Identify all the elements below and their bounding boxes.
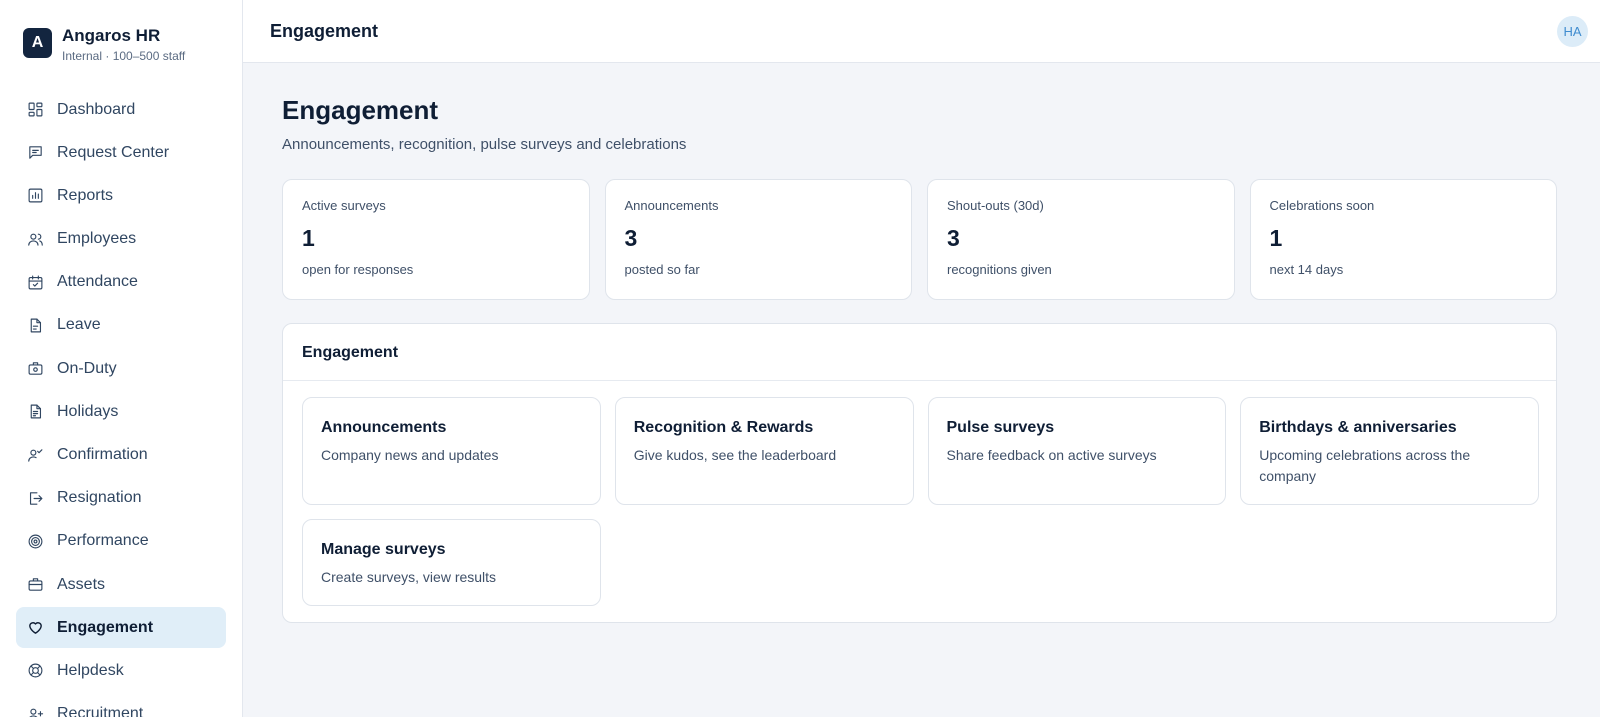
tile-title: Birthdays & anniversaries (1259, 419, 1457, 436)
user-plus-icon (27, 706, 44, 717)
sidebar-item-holidays[interactable]: Holidays (16, 391, 226, 432)
sidebar-item-label: Engagement (57, 618, 154, 636)
sidebar-item-reports[interactable]: Reports (16, 175, 226, 216)
stat-value: 1 (302, 225, 315, 251)
tile-title: Pulse surveys (946, 419, 1055, 436)
sidebar-item-resignation[interactable]: Resignation (16, 478, 226, 519)
sidebar-item-label: Dashboard (57, 100, 136, 118)
stat-value: 1 (1269, 225, 1283, 251)
sidebar-item-label: Request Center (57, 143, 170, 161)
bar-chart-icon (27, 187, 44, 204)
sidebar-item-label: Reports (57, 186, 114, 204)
message-icon (27, 144, 44, 161)
stat-label: Celebrations soon (1269, 198, 1375, 213)
sidebar: A Angaros HR Internal · 100–500 staff Da… (0, 0, 243, 717)
sidebar-item-label: On-Duty (57, 359, 117, 377)
sidebar-item-leave[interactable]: Leave (16, 305, 226, 346)
stat-card-celebrations: Celebrations soon 1 next 14 days (1249, 179, 1557, 300)
brand-name: Angaros HR (62, 26, 161, 45)
page-subtitle: Announcements, recognition, pulse survey… (282, 136, 687, 153)
sidebar-item-label: Holidays (57, 402, 119, 420)
stat-label: Announcements (624, 198, 719, 213)
stat-value: 3 (947, 225, 960, 251)
tile-description: Upcoming celebrations across the company (1259, 447, 1471, 484)
tile-title: Manage surveys (321, 541, 446, 558)
stat-card-shout-outs: Shout-outs (30d) 3 recognitions given (927, 179, 1235, 300)
tile-description: Give kudos, see the leaderboard (633, 447, 837, 463)
dashboard-icon (27, 101, 44, 118)
top-bar-title: Engagement (270, 21, 379, 41)
tile-manage-surveys[interactable]: Manage surveys Create surveys, view resu… (302, 519, 601, 606)
logout-icon (27, 490, 44, 507)
heart-icon (27, 619, 44, 636)
brand[interactable]: A Angaros HR Internal · 100–500 staff (23, 26, 186, 64)
target-icon (27, 533, 44, 550)
main-content: Engagement Announcements, recognition, p… (243, 63, 1600, 717)
brand-subtitle: Internal · 100–500 staff (62, 49, 186, 63)
tile-birthdays-anniversaries[interactable]: Birthdays & anniversaries Upcoming celeb… (1240, 397, 1539, 505)
sidebar-item-label: Confirmation (57, 446, 148, 463)
sidebar-item-label: Performance (57, 532, 149, 550)
document-icon (27, 317, 44, 334)
tile-title: Announcements (321, 419, 447, 436)
sidebar-item-label: Assets (57, 575, 106, 593)
brand-logo: A (23, 28, 52, 58)
sidebar-item-helpdesk[interactable]: Helpdesk (16, 650, 226, 691)
sidebar-item-assets[interactable]: Assets (16, 564, 226, 605)
sidebar-item-on-duty[interactable]: On-Duty (16, 348, 226, 389)
panel-title: Engagement (283, 324, 1556, 381)
sidebar-item-label: Recruitment (57, 705, 144, 717)
sidebar-nav: Dashboard Request Center Reports Employe… (16, 89, 226, 717)
tile-description: Share feedback on active surveys (946, 447, 1157, 463)
tile-pulse-surveys[interactable]: Pulse surveys Share feedback on active s… (927, 397, 1227, 505)
top-bar: Engagement HA (243, 0, 1600, 63)
tile-announcements[interactable]: Announcements Company news and updates (302, 397, 601, 505)
sidebar-item-recruitment[interactable]: Recruitment (16, 694, 226, 717)
sidebar-item-label: Resignation (57, 489, 142, 507)
tile-title: Recognition & Rewards (633, 419, 814, 436)
sidebar-item-confirmation[interactable]: Confirmation (16, 435, 226, 476)
document-list-icon (27, 403, 44, 420)
page-title: Engagement (282, 95, 439, 125)
tile-description: Company news and updates (321, 447, 499, 463)
sidebar-item-request-center[interactable]: Request Center (16, 132, 226, 173)
sidebar-item-attendance[interactable]: Attendance (16, 262, 226, 303)
sidebar-item-engagement[interactable]: Engagement (16, 607, 226, 649)
stat-card-announcements: Announcements 3 posted so far (604, 179, 912, 300)
sidebar-item-label: Employees (57, 230, 137, 248)
sidebar-item-label: Attendance (57, 273, 138, 291)
stat-label: Active surveys (302, 198, 386, 213)
sidebar-item-label: Helpdesk (57, 661, 124, 679)
sidebar-item-label: Leave (57, 316, 101, 334)
sidebar-item-employees[interactable]: Employees (16, 219, 226, 260)
avatar[interactable]: HA (1557, 16, 1588, 47)
briefcase-icon (27, 576, 44, 593)
tile-description: Create surveys, view results (321, 569, 497, 585)
stat-label: Shout-outs (30d) (947, 198, 1044, 213)
lifebuoy-icon (27, 662, 44, 679)
users-icon (27, 231, 44, 248)
stat-value: 3 (624, 225, 638, 251)
stat-note: recognitions given (947, 262, 1052, 277)
stat-note: next 14 days (1269, 262, 1344, 277)
stat-note: open for responses (302, 262, 414, 277)
briefcase-clock-icon (27, 360, 44, 377)
stat-card-active-surveys: Active surveys 1 open for responses (282, 179, 590, 300)
sidebar-item-performance[interactable]: Performance (16, 521, 226, 562)
calendar-check-icon (27, 274, 44, 291)
sidebar-item-dashboard[interactable]: Dashboard (16, 89, 226, 130)
user-check-icon (27, 447, 44, 464)
tile-recognition-rewards[interactable]: Recognition & Rewards Give kudos, see th… (614, 397, 914, 505)
tile-grid: Announcements Company news and updates R… (302, 397, 1539, 606)
stat-note: posted so far (624, 262, 700, 277)
engagement-panel: Engagement Announcements Company news an… (282, 323, 1557, 623)
stats-row: Active surveys 1 open for responses Anno… (282, 179, 1557, 300)
